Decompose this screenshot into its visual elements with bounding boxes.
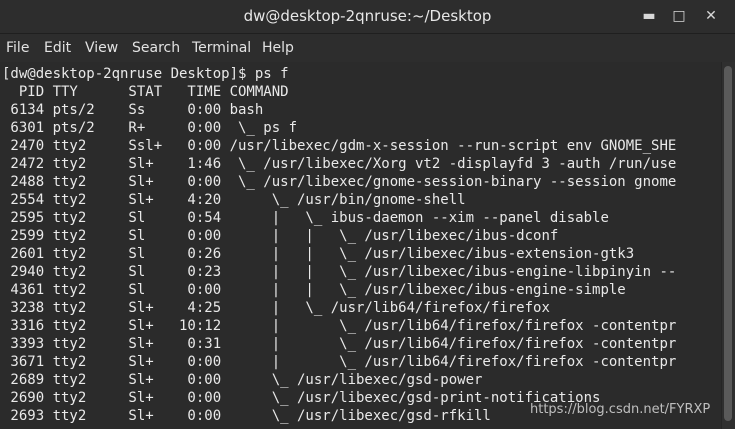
- process-row: 6134 pts/2 Ss 0:00 bash: [2, 102, 264, 118]
- process-row: 2595 tty2 Sl 0:54 | \_ ibus-daemon --xim…: [2, 210, 609, 226]
- process-row: 2940 tty2 Sl 0:23 | | \_ /usr/libexec/ib…: [2, 264, 677, 280]
- menu-edit[interactable]: Edit: [44, 40, 71, 56]
- window-title: dw@desktop-2qnruse:~/Desktop: [243, 7, 492, 25]
- maximize-icon[interactable]: □: [668, 6, 690, 26]
- process-row: 2693 tty2 Sl+ 0:00 \_ /usr/libexec/gsd-r…: [2, 408, 491, 424]
- prompt-line: [dw@desktop-2qnruse Desktop]$ ps f: [2, 66, 289, 82]
- process-row: 6301 pts/2 R+ 0:00 \_ ps f: [2, 120, 298, 136]
- minimize-icon[interactable]: ▬: [638, 6, 660, 26]
- scrollbar-thumb[interactable]: [724, 66, 732, 421]
- process-row: 3671 tty2 Sl+ 0:00 | \_ /usr/lib64/firef…: [2, 354, 677, 370]
- process-row: 2599 tty2 Sl 0:00 | | \_ /usr/libexec/ib…: [2, 228, 559, 244]
- process-row: 2470 tty2 Ssl+ 0:00 /usr/libexec/gdm-x-s…: [2, 138, 677, 154]
- process-row: 3316 tty2 Sl+ 10:12 | \_ /usr/lib64/fire…: [2, 318, 677, 334]
- process-row: 2689 tty2 Sl+ 0:00 \_ /usr/libexec/gsd-p…: [2, 372, 483, 388]
- terminal-output[interactable]: [dw@desktop-2qnruse Desktop]$ ps f PID T…: [0, 62, 721, 429]
- menu-file[interactable]: File: [6, 40, 29, 56]
- process-row: 2554 tty2 Sl+ 4:20 \_ /usr/bin/gnome-she…: [2, 192, 466, 208]
- menu-help[interactable]: Help: [262, 40, 294, 56]
- process-row: 2690 tty2 Sl+ 0:00 \_ /usr/libexec/gsd-p…: [2, 390, 601, 406]
- watermark-text: https://blog.csdn.net/FYRXP: [530, 402, 711, 417]
- menu-view[interactable]: View: [85, 40, 118, 56]
- menu-bar: File Edit View Search Terminal Help: [0, 34, 735, 62]
- ps-header: PID TTY STAT TIME COMMAND: [2, 84, 289, 100]
- process-row: 2488 tty2 Sl+ 0:00 \_ /usr/libexec/gnome…: [2, 174, 677, 190]
- process-row: 4361 tty2 Sl 0:00 | | \_ /usr/libexec/ib…: [2, 282, 626, 298]
- terminal-window: dw@desktop-2qnruse:~/Desktop ▬ □ ✕ File …: [0, 0, 735, 429]
- process-row: 3238 tty2 Sl+ 4:25 | \_ /usr/lib64/firef…: [2, 300, 550, 316]
- process-row: 2472 tty2 Sl+ 1:46 \_ /usr/libexec/Xorg …: [2, 156, 677, 172]
- menu-search[interactable]: Search: [132, 40, 180, 56]
- close-icon[interactable]: ✕: [700, 6, 722, 26]
- window-titlebar[interactable]: dw@desktop-2qnruse:~/Desktop ▬ □ ✕: [0, 0, 735, 34]
- process-row: 2601 tty2 Sl 0:26 | | \_ /usr/libexec/ib…: [2, 246, 635, 262]
- menu-terminal[interactable]: Terminal: [192, 40, 251, 56]
- process-row: 3393 tty2 Sl+ 0:31 | \_ /usr/lib64/firef…: [2, 336, 677, 352]
